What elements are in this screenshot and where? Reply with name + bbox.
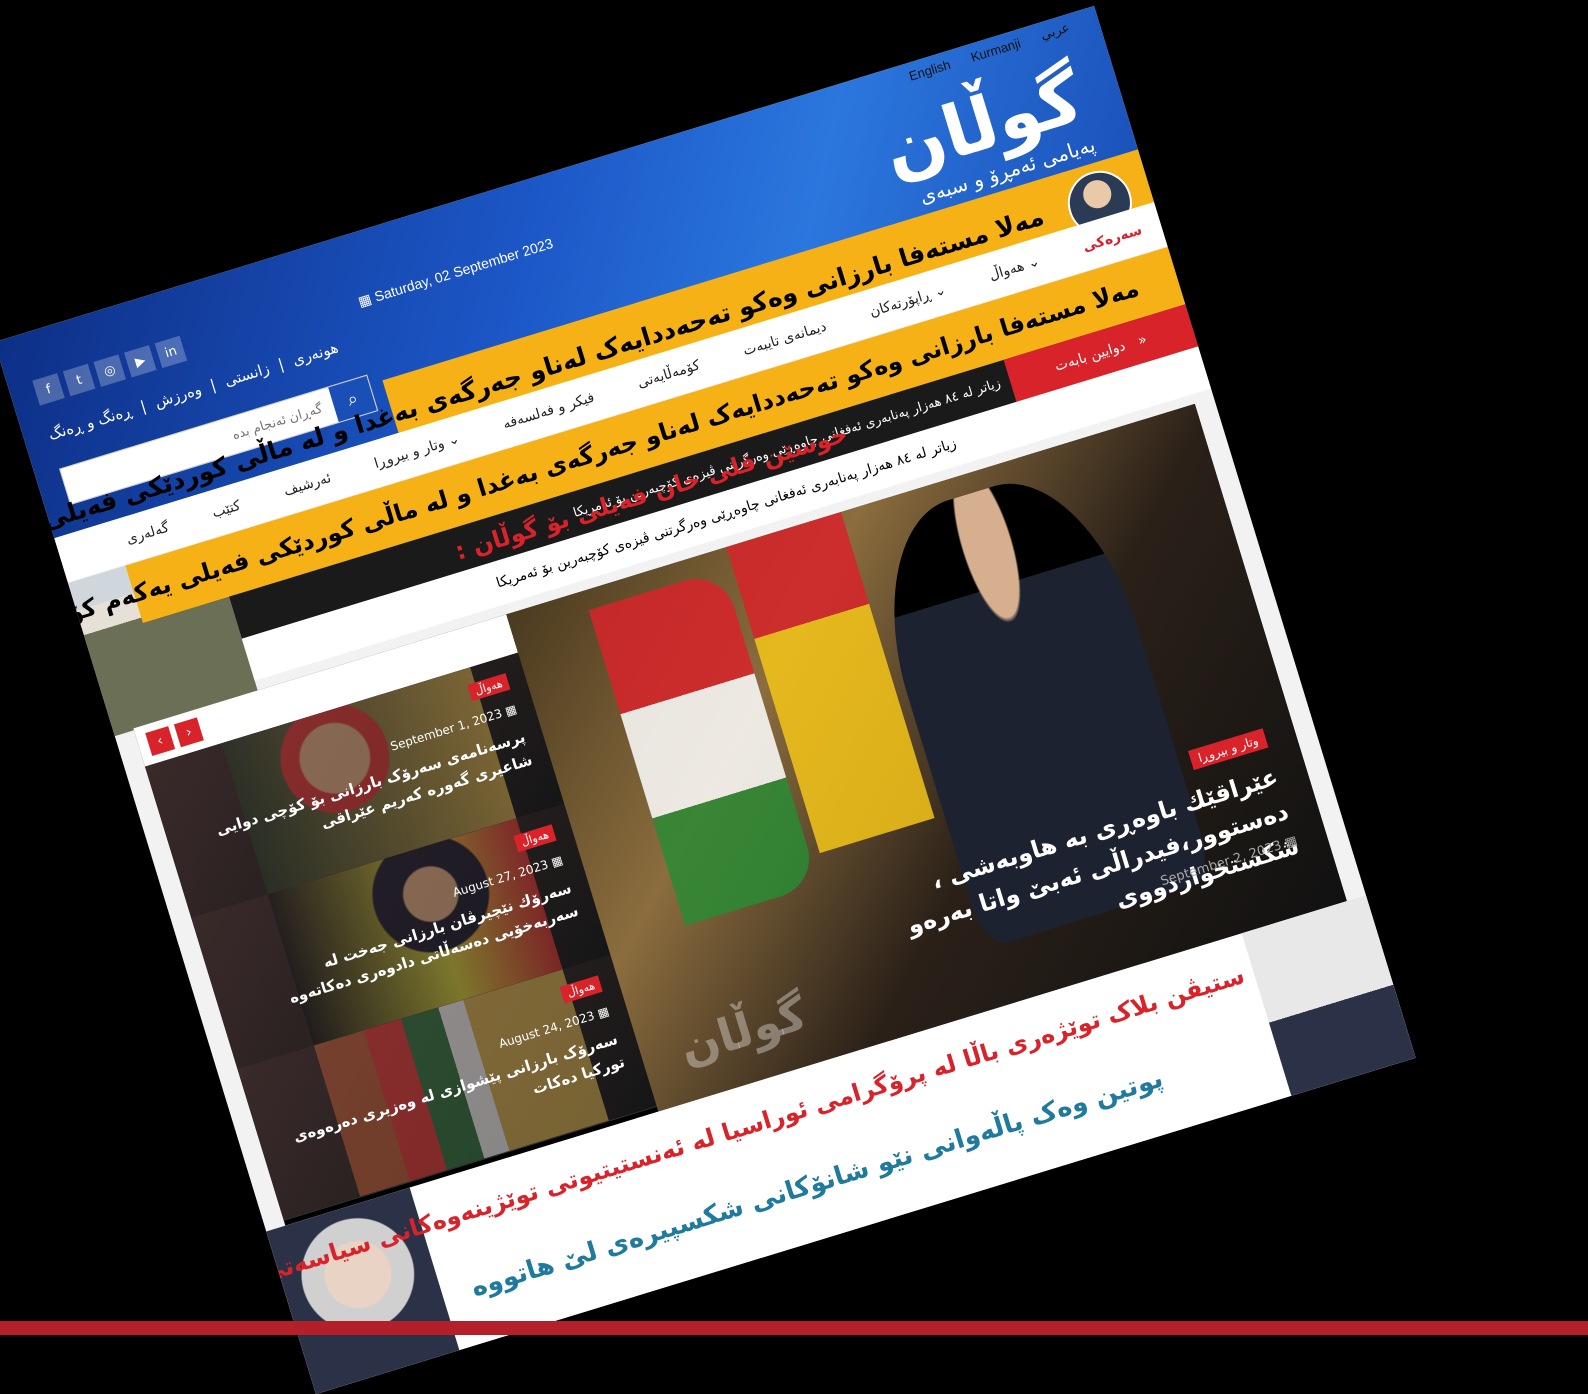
bottom-border bbox=[0, 1321, 1588, 1335]
section-link-sport[interactable]: وەرزش bbox=[153, 380, 204, 411]
chevrons-right-icon: » bbox=[1135, 331, 1149, 350]
calendar-icon: ▦ bbox=[549, 852, 565, 870]
nav-reports[interactable]: ڕاپۆرتەکان ⌄ bbox=[868, 282, 948, 320]
nav-news-label: هەواڵ bbox=[987, 258, 1027, 284]
nav-reports-label: ڕاپۆرتەکان bbox=[867, 286, 933, 321]
section-link-color[interactable]: ڕەنگ و ڕەنگ bbox=[46, 401, 134, 443]
nav-books[interactable]: کتێب bbox=[210, 498, 242, 522]
featured-watermark: گوڵان bbox=[673, 985, 813, 1076]
nav-archive[interactable]: ئەرشیف bbox=[282, 470, 333, 500]
section-link-science[interactable]: زانستی bbox=[222, 359, 271, 390]
calendar-icon: ▦ bbox=[503, 701, 519, 719]
nav-news[interactable]: هەواڵ ⌄ bbox=[987, 253, 1041, 283]
ticker-label-text: دوایین بابەت bbox=[1052, 338, 1128, 375]
website-screenshot: English Kurmanji عربي گوڵان پەیامی ئەمڕۆ… bbox=[0, 5, 1416, 1394]
nav-social[interactable]: کۆمەڵایەتی bbox=[636, 357, 702, 391]
chevron-down-icon: ⌄ bbox=[445, 430, 462, 450]
instagram-icon[interactable]: ◎ bbox=[93, 354, 126, 387]
section-link-art[interactable]: هونەری bbox=[290, 338, 340, 369]
lang-arabic[interactable]: عربي bbox=[1039, 19, 1072, 43]
side-news-category[interactable]: هەواڵ bbox=[559, 975, 603, 1004]
twitter-icon[interactable]: t bbox=[62, 363, 96, 397]
search-icon: ⌕ bbox=[344, 387, 361, 411]
lang-kurmanji[interactable]: Kurmanji bbox=[969, 35, 1022, 64]
youtube-icon[interactable]: ▶ bbox=[124, 345, 157, 378]
nav-gallery[interactable]: گەلەری bbox=[125, 520, 171, 548]
nav-interviews[interactable]: دیمانەی تایبەت bbox=[741, 319, 828, 360]
bottom-banner-sketch bbox=[1241, 895, 1416, 1096]
calendar-icon: ▦ bbox=[595, 1004, 611, 1021]
date-text: Saturday, 02 September 2023 bbox=[372, 234, 555, 305]
linkedin-icon[interactable]: in bbox=[154, 335, 188, 369]
side-news-category[interactable]: هەواڵ bbox=[467, 673, 511, 702]
nav-home[interactable]: سەرەکی bbox=[1081, 222, 1144, 255]
prev-arrow-icon[interactable]: ‹ bbox=[145, 726, 176, 757]
next-arrow-icon[interactable]: › bbox=[173, 717, 204, 748]
chevron-down-icon: ⌄ bbox=[932, 282, 949, 301]
side-news-category[interactable]: هەواڵ bbox=[513, 824, 557, 853]
chevron-down-icon: ⌄ bbox=[1025, 253, 1042, 273]
facebook-icon[interactable]: f bbox=[32, 373, 65, 406]
lang-english[interactable]: English bbox=[907, 56, 952, 83]
nav-opinion-label: وتار و بیروڕا bbox=[372, 435, 447, 472]
